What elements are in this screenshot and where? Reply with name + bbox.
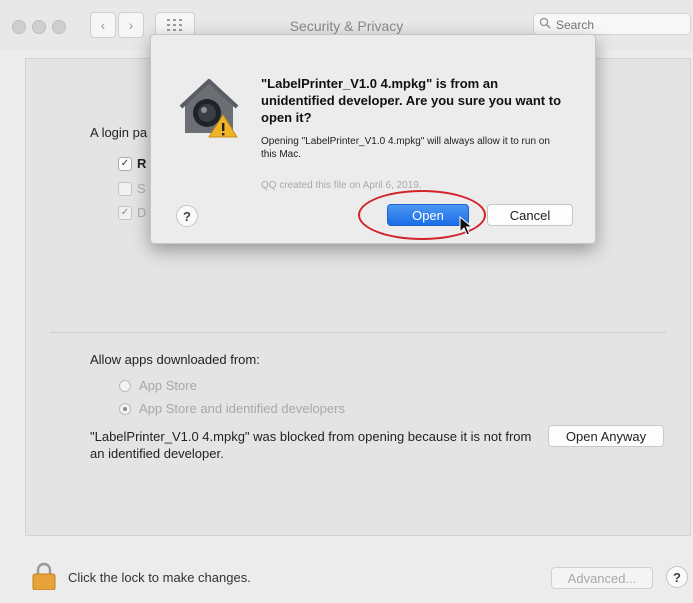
cancel-button[interactable]: Cancel — [487, 204, 573, 226]
lock-icon[interactable] — [32, 562, 56, 590]
disable-autologin-checkbox[interactable]: ✓ — [118, 206, 132, 220]
require-password-label: R — [137, 156, 147, 171]
dialog-message: Opening "LabelPrinter_V1.0 4.mpkg" will … — [261, 136, 550, 160]
login-password-label: A login pa — [90, 125, 148, 140]
allow-apps-label: Allow apps downloaded from: — [90, 352, 260, 367]
advanced-button[interactable]: Advanced... — [551, 567, 653, 589]
search-icon — [539, 17, 551, 29]
open-confirmation-dialog: "LabelPrinter_V1.0 4.mpkg" is from an un… — [150, 34, 596, 244]
gatekeeper-icon — [179, 79, 239, 138]
disable-autologin-label: D — [137, 205, 147, 220]
dialog-help-button[interactable]: ? — [176, 205, 198, 227]
app-store-label: App Store — [139, 378, 197, 393]
blocked-message: "LabelPrinter_V1.0 4.mpkg" was blocked f… — [90, 429, 532, 461]
search-input[interactable] — [554, 16, 688, 34]
open-button[interactable]: Open — [387, 204, 469, 226]
section-divider — [50, 332, 666, 333]
lock-hint: Click the lock to make changes. — [68, 570, 251, 585]
open-anyway-button[interactable]: Open Anyway — [548, 425, 664, 447]
require-password-checkbox[interactable]: ✓ — [118, 157, 132, 171]
search-field[interactable] — [533, 13, 691, 35]
show-message-label: S — [137, 181, 146, 196]
help-button[interactable]: ? — [666, 566, 688, 588]
show-message-checkbox[interactable] — [118, 182, 132, 196]
identified-developers-label: App Store and identified developers — [139, 401, 345, 416]
identified-developers-radio[interactable] — [119, 403, 131, 415]
dialog-created-note: QQ created this file on April 6, 2019. — [261, 180, 422, 191]
dialog-title: "LabelPrinter_V1.0 4.mpkg" is from an un… — [261, 76, 562, 125]
app-store-radio[interactable] — [119, 380, 131, 392]
